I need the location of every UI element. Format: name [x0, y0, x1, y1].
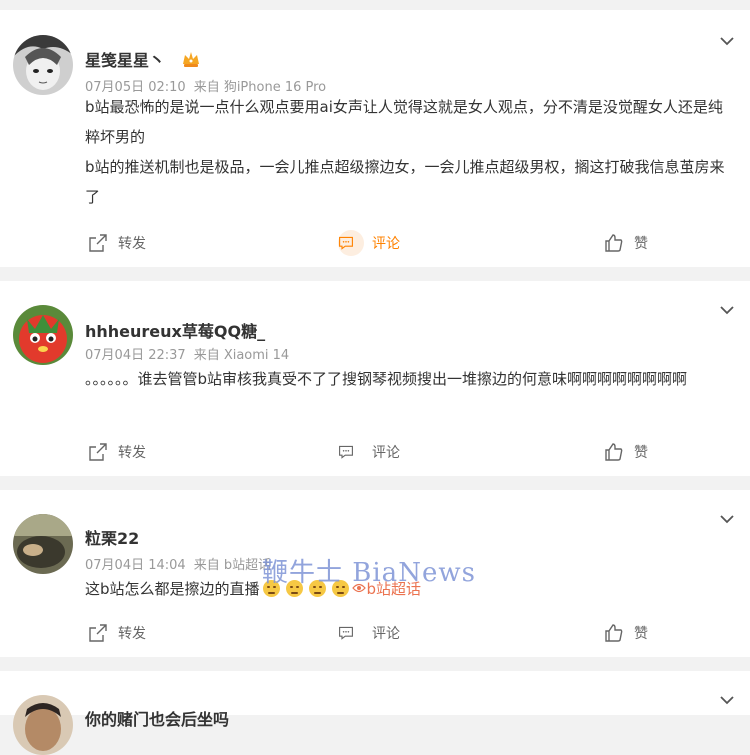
like-button[interactable]: 赞: [604, 437, 648, 467]
share-icon: [89, 624, 107, 642]
chevron-down-icon[interactable]: [718, 32, 736, 50]
comment-label: 评论: [372, 626, 400, 642]
share-icon: [89, 234, 107, 252]
comment-label: 评论: [372, 236, 400, 252]
comment-card: hhheureux草莓QQ糖_ 07月04日 22:37 来自 Xiaomi 14…: [0, 281, 750, 476]
comment-label: 评论: [372, 445, 400, 461]
action-bar: 转发 评论 赞: [0, 618, 750, 648]
comment-card: 星笺星星丶 07月05日 02:10 来自 狗iPhone 16 Pro b站最恐…: [0, 10, 750, 267]
avatar[interactable]: [13, 514, 73, 574]
thumbs-up-icon: [605, 443, 623, 461]
like-label: 赞: [634, 626, 648, 642]
comment-button[interactable]: 评论: [339, 618, 400, 648]
comment-paragraph: b站的推送机制也是极品，一会儿推点超级擦边女，一会儿推点超级男权，搁这打破我信息…: [85, 158, 725, 206]
avatar[interactable]: [13, 695, 73, 755]
thumbs-up-icon: [605, 624, 623, 642]
comment-button[interactable]: 评论: [338, 228, 400, 258]
like-label: 赞: [634, 236, 648, 252]
watermark: 鞭牛士 BiaNews: [262, 558, 476, 588]
comment-paragraph: 这b站怎么都是擦边的直播: [85, 580, 260, 598]
chevron-down-icon[interactable]: [718, 301, 736, 319]
source: 来自 Xiaomi 14: [193, 348, 290, 363]
action-bar: 转发 评论 赞: [0, 437, 750, 467]
comment-icon: [339, 445, 353, 459]
share-button[interactable]: 转发: [88, 618, 146, 648]
comment-icon-bg: [338, 230, 364, 256]
comment-icon: [339, 236, 353, 250]
chevron-down-icon[interactable]: [718, 510, 736, 528]
share-button[interactable]: 转发: [88, 437, 146, 467]
crown-badge-icon: [181, 50, 201, 72]
comment-paragraph: 。。。。。。谁去管管b站审核我真受不了了搜钢琴视频搜出一堆擦边的何意味啊啊啊啊啊…: [85, 370, 688, 388]
action-bar: 转发 评论 赞: [0, 228, 750, 258]
share-label: 转发: [118, 626, 146, 642]
share-label: 转发: [118, 445, 146, 461]
comment-button[interactable]: 评论: [339, 437, 400, 467]
avatar[interactable]: [13, 35, 73, 95]
username[interactable]: hhheureux草莓QQ糖_: [85, 318, 265, 342]
source: 来自 b站超话: [193, 558, 272, 573]
comment-meta: 07月04日 14:04 来自 b站超话: [85, 554, 271, 573]
avatar[interactable]: [13, 305, 73, 365]
like-button[interactable]: 赞: [604, 618, 648, 648]
share-button[interactable]: 转发: [88, 228, 146, 258]
comment-text: b站最恐怖的是说一点什么观点要用ai女声让人觉得这就是女人观点，分不清是没觉醒女…: [85, 92, 735, 212]
username[interactable]: 星笺星星丶: [85, 47, 201, 72]
like-label: 赞: [634, 445, 648, 461]
timestamp: 07月04日 22:37: [85, 348, 186, 363]
comment-icon: [339, 626, 353, 640]
comment-icon-bg: [338, 439, 364, 465]
comment-meta: 07月04日 22:37 来自 Xiaomi 14: [85, 344, 289, 363]
comment-card: 你的赌门也会后坐吗: [0, 671, 750, 755]
username[interactable]: 粒栗22: [85, 525, 139, 549]
share-label: 转发: [118, 236, 146, 252]
thumbs-up-icon: [605, 234, 623, 252]
username[interactable]: 你的赌门也会后坐吗: [85, 706, 229, 730]
comment-icon-bg: [338, 620, 364, 646]
comment-text: 。。。。。。谁去管管b站审核我真受不了了搜钢琴视频搜出一堆擦边的何意味啊啊啊啊啊…: [85, 364, 735, 394]
comment-paragraph: b站最恐怖的是说一点什么观点要用ai女声让人觉得这就是女人观点，分不清是没觉醒女…: [85, 98, 723, 146]
share-icon: [89, 443, 107, 461]
timestamp: 07月04日 14:04: [85, 558, 186, 573]
like-button[interactable]: 赞: [604, 228, 648, 258]
chevron-down-icon[interactable]: [718, 691, 736, 709]
